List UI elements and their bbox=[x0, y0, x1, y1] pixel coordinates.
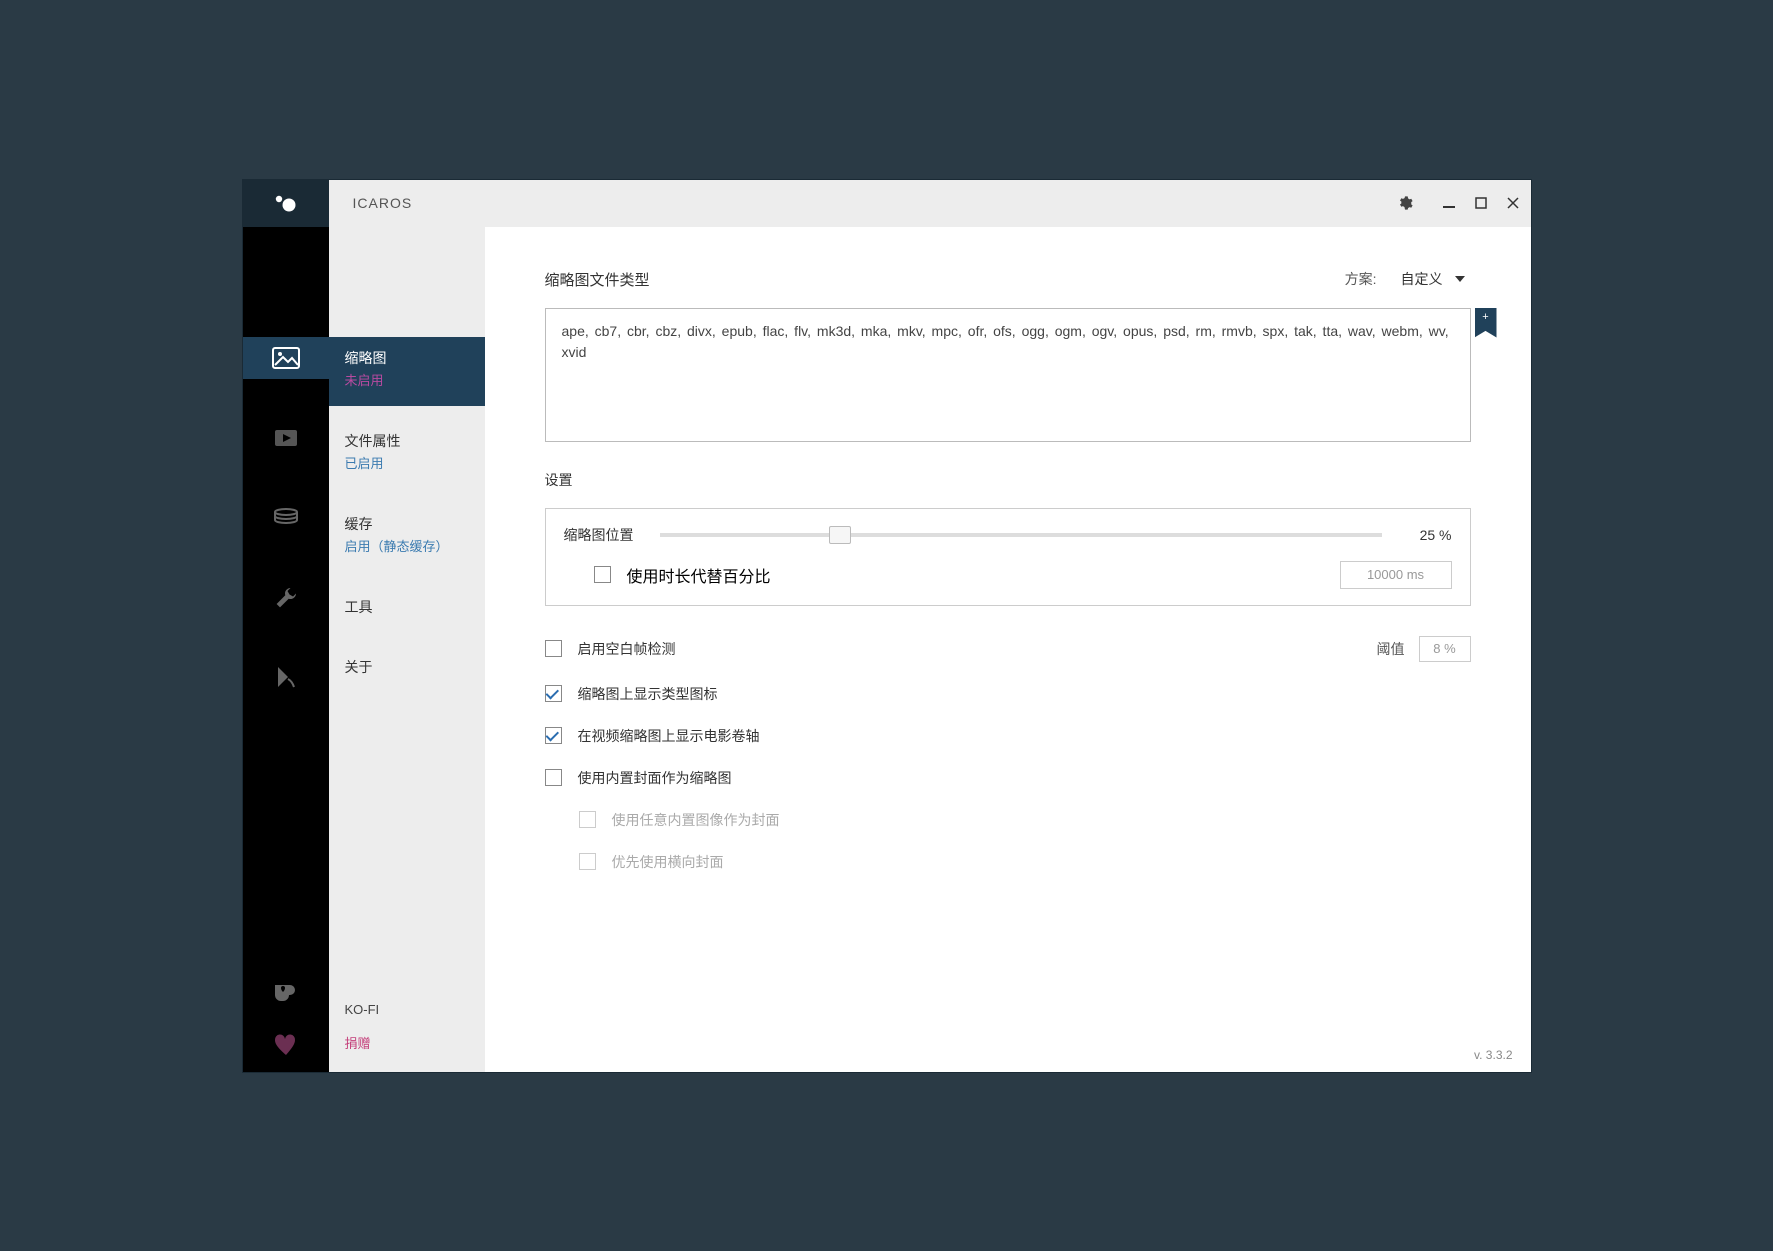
settings-gear-icon[interactable] bbox=[1397, 195, 1413, 211]
minimize-button[interactable] bbox=[1441, 195, 1457, 211]
option-any-embedded: 使用任意内置图像作为封面 bbox=[545, 810, 1471, 830]
main-panel: 缩略图文件类型 方案: 自定义 ape, cb7, cbr, cbz, divx… bbox=[485, 227, 1531, 1072]
sidebar-item-status: 启用（静态缓存） bbox=[345, 537, 469, 558]
threshold-group: 阈值 8 % bbox=[1377, 636, 1471, 662]
close-button[interactable] bbox=[1505, 195, 1521, 211]
icon-rail bbox=[243, 227, 329, 1072]
sidebar-item-thumbnail[interactable]: 缩略图 未启用 bbox=[329, 337, 485, 406]
option-prefer-landscape: 优先使用横向封面 bbox=[545, 852, 1471, 872]
slider-row: 缩略图位置 25 % bbox=[564, 525, 1452, 545]
plus-icon: + bbox=[1482, 311, 1488, 323]
version-label: v. 3.3.2 bbox=[1474, 1048, 1512, 1062]
embedded-cover-checkbox[interactable] bbox=[545, 769, 562, 786]
rail-thumbnail-icon[interactable] bbox=[243, 337, 329, 379]
scheme-dropdown[interactable]: 自定义 bbox=[1401, 269, 1471, 289]
sidebar-link-kofi[interactable]: KO-FI bbox=[329, 994, 485, 1025]
app-logo bbox=[243, 180, 329, 227]
app-window: ICAROS bbox=[242, 179, 1532, 1073]
extensions-textbox[interactable]: ape, cb7, cbr, cbz, divx, epub, flac, fl… bbox=[545, 308, 1471, 442]
rail-kofi-icon[interactable] bbox=[243, 976, 329, 1006]
body: 缩略图 未启用 文件属性 已启用 缓存 启用（静态缓存） 工具 关于 KO bbox=[243, 227, 1531, 1072]
rail-cache-icon[interactable] bbox=[243, 497, 329, 539]
show-type-icon-checkbox[interactable] bbox=[545, 685, 562, 702]
sidebar-item-properties[interactable]: 文件属性 已启用 bbox=[329, 420, 485, 489]
prefer-landscape-checkbox[interactable] bbox=[579, 853, 596, 870]
heading-filetypes: 缩略图文件类型 bbox=[545, 269, 650, 290]
rail-properties-icon[interactable] bbox=[243, 417, 329, 459]
any-embedded-label: 使用任意内置图像作为封面 bbox=[612, 810, 780, 830]
blank-detect-checkbox[interactable] bbox=[545, 640, 562, 657]
sidebar-link-donate[interactable]: 捐赠 bbox=[329, 1025, 485, 1060]
rail-tools-icon[interactable] bbox=[243, 577, 329, 619]
option-blank-detect: 启用空白帧检测 阈值 8 % bbox=[545, 636, 1471, 662]
titlebar: ICAROS bbox=[243, 180, 1531, 227]
chevron-down-icon bbox=[1455, 276, 1465, 282]
sidebar-item-label: 工具 bbox=[345, 596, 469, 618]
sidebar-item-label: 文件属性 bbox=[345, 430, 469, 452]
sidebar-item-cache[interactable]: 缓存 启用（静态缓存） bbox=[329, 503, 485, 572]
window-controls bbox=[1397, 180, 1521, 227]
duration-row: 使用时长代替百分比 10000 ms bbox=[564, 561, 1452, 589]
scheme-value: 自定义 bbox=[1401, 269, 1443, 289]
position-slider[interactable] bbox=[660, 533, 1382, 537]
duration-input[interactable]: 10000 ms bbox=[1340, 561, 1452, 589]
option-embedded-cover: 使用内置封面作为缩略图 bbox=[545, 768, 1471, 788]
sidebar-item-status: 已启用 bbox=[345, 454, 469, 475]
sidebar: 缩略图 未启用 文件属性 已启用 缓存 启用（静态缓存） 工具 关于 KO bbox=[329, 227, 485, 1072]
blank-detect-label: 启用空白帧检测 bbox=[578, 639, 676, 659]
show-film-reel-label: 在视频缩略图上显示电影卷轴 bbox=[578, 726, 760, 746]
position-panel: 缩略图位置 25 % 使用时长代替百分比 10000 ms bbox=[545, 508, 1471, 606]
any-embedded-checkbox[interactable] bbox=[579, 811, 596, 828]
show-film-reel-checkbox[interactable] bbox=[545, 727, 562, 744]
use-duration-checkbox[interactable] bbox=[594, 566, 611, 583]
sidebar-item-status: 未启用 bbox=[345, 371, 469, 392]
sidebar-item-label: 关于 bbox=[345, 656, 469, 678]
maximize-button[interactable] bbox=[1473, 195, 1489, 211]
use-duration-label: 使用时长代替百分比 bbox=[627, 563, 771, 587]
sidebar-item-label: 缩略图 bbox=[345, 347, 469, 369]
scheme-label: 方案: bbox=[1345, 269, 1377, 289]
add-preset-bookmark[interactable]: + bbox=[1475, 308, 1497, 338]
rail-about-icon[interactable] bbox=[243, 657, 329, 699]
threshold-label: 阈值 bbox=[1377, 639, 1405, 659]
header-row: 缩略图文件类型 方案: 自定义 bbox=[545, 269, 1471, 290]
show-type-icon-label: 缩略图上显示类型图标 bbox=[578, 684, 718, 704]
rail-donate-icon[interactable] bbox=[243, 1030, 329, 1060]
sidebar-item-about[interactable]: 关于 bbox=[329, 646, 485, 692]
options-list: 启用空白帧检测 阈值 8 % 缩略图上显示类型图标 在视频缩略图上显示电影卷轴 bbox=[545, 636, 1471, 872]
option-show-type-icon: 缩略图上显示类型图标 bbox=[545, 684, 1471, 704]
sidebar-item-label: 缓存 bbox=[345, 513, 469, 535]
icon-rail-bottom bbox=[243, 976, 329, 1060]
logo-icon bbox=[272, 193, 300, 213]
scheme-selector: 方案: 自定义 bbox=[1345, 269, 1471, 289]
slider-value: 25 % bbox=[1408, 527, 1452, 543]
prefer-landscape-label: 优先使用横向封面 bbox=[612, 852, 724, 872]
embedded-cover-label: 使用内置封面作为缩略图 bbox=[578, 768, 732, 788]
slider-thumb[interactable] bbox=[829, 526, 851, 544]
slider-label: 缩略图位置 bbox=[564, 525, 634, 545]
settings-heading: 设置 bbox=[545, 470, 1471, 490]
option-show-film-reel: 在视频缩略图上显示电影卷轴 bbox=[545, 726, 1471, 746]
threshold-input[interactable]: 8 % bbox=[1419, 636, 1471, 662]
sidebar-item-tools[interactable]: 工具 bbox=[329, 586, 485, 632]
sidebar-bottom: KO-FI 捐赠 bbox=[329, 994, 485, 1060]
app-title: ICAROS bbox=[353, 195, 413, 211]
extensions-wrap: ape, cb7, cbr, cbz, divx, epub, flac, fl… bbox=[545, 308, 1471, 442]
